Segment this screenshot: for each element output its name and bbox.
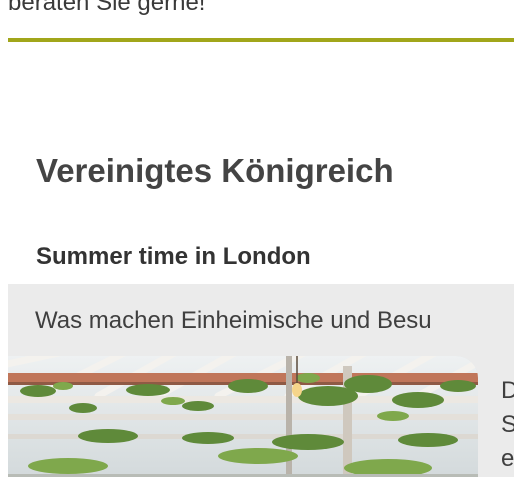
country-heading: Vereinigtes Königreich <box>36 152 394 189</box>
article-title[interactable]: Summer time in London <box>36 242 311 272</box>
section-divider <box>8 38 514 42</box>
intro-text-end: beraten Sie gerne! <box>8 0 206 16</box>
article-body-text: D S e <box>501 377 514 472</box>
article-card[interactable]: Was machen Einheimische und Besu D S e <box>8 284 514 477</box>
pergola-photo <box>8 356 478 477</box>
article-image[interactable] <box>8 356 478 477</box>
article-teaser: Was machen Einheimische und Besu <box>35 307 432 334</box>
